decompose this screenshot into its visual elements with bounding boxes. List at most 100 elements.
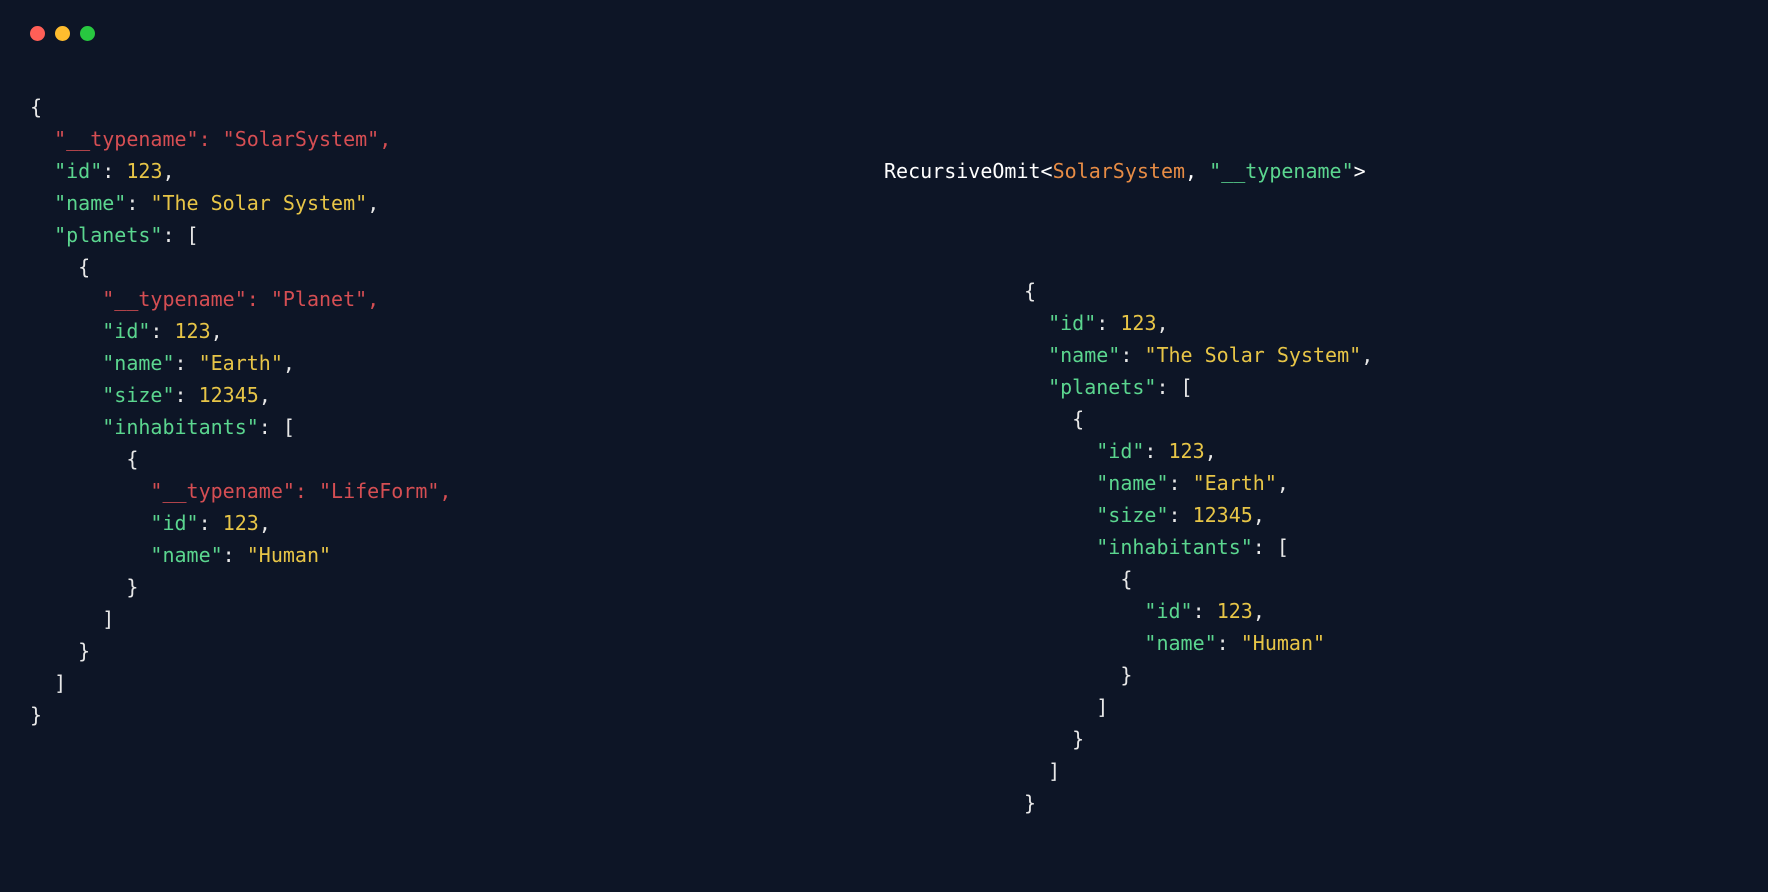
right-code-pane: RecursiveOmit<SolarSystem, "__typename">… [884, 91, 1738, 883]
code-line: "planets": [ [30, 219, 884, 251]
token-key: "size" [102, 383, 174, 407]
code-line: ] [30, 603, 884, 635]
code-line: "__typename": "Planet", [30, 283, 884, 315]
code-line: "name": "The Solar System", [1024, 339, 1738, 371]
code-line: "name": "Human" [1024, 627, 1738, 659]
token-punc: , [1253, 599, 1265, 623]
token-str: "Earth" [1193, 471, 1277, 495]
token-key: "id" [150, 511, 198, 535]
code-line: "inhabitants": [ [30, 411, 884, 443]
token-punc: , [162, 159, 174, 183]
code-line: "__typename": "LifeForm", [30, 475, 884, 507]
token-punc: } [30, 703, 42, 727]
token-punc: , [367, 191, 379, 215]
token-num: 123 [223, 511, 259, 535]
token-num: 123 [1120, 311, 1156, 335]
code-line: } [1024, 723, 1738, 755]
token-num: 123 [175, 319, 211, 343]
type-name: SolarSystem [1053, 159, 1185, 183]
code-line: ] [30, 667, 884, 699]
code-line: "id": 123, [30, 507, 884, 539]
token-punc: : [1169, 471, 1193, 495]
token-punc: ] [1048, 759, 1060, 783]
token-punc: { [1072, 407, 1084, 431]
code-line: "name": "Earth", [1024, 467, 1738, 499]
token-punc: : [1169, 503, 1193, 527]
fn-name: RecursiveOmit [884, 159, 1041, 183]
token-key: "name" [102, 351, 174, 375]
token-punc: : [ [1253, 535, 1289, 559]
code-line: "inhabitants": [ [1024, 531, 1738, 563]
right-code-block: { "id": 123, "name": "The Solar System",… [884, 275, 1738, 819]
token-punc: : [1096, 311, 1120, 335]
omit-key: "__typename" [1209, 159, 1354, 183]
token-omit: "__typename": "LifeForm", [150, 479, 451, 503]
code-line: { [30, 251, 884, 283]
token-punc: { [1024, 279, 1036, 303]
code-line: ] [1024, 691, 1738, 723]
token-punc: , [1253, 503, 1265, 527]
content: { "__typename": "SolarSystem", "id": 123… [0, 41, 1768, 883]
token-punc: : [223, 543, 247, 567]
code-line: "id": 123, [1024, 595, 1738, 627]
token-punc: } [78, 639, 90, 663]
code-line: "id": 123, [30, 315, 884, 347]
token-punc: : [ [1156, 375, 1192, 399]
token-punc: , [1277, 471, 1289, 495]
token-punc: : [150, 319, 174, 343]
token-punc: ] [1096, 695, 1108, 719]
token-omit: "__typename": "SolarSystem", [54, 127, 391, 151]
token-key: "planets" [54, 223, 162, 247]
angle-close: > [1354, 159, 1366, 183]
token-key: "name" [1096, 471, 1168, 495]
token-punc: , [1361, 343, 1373, 367]
token-num: 123 [126, 159, 162, 183]
token-str: "Human" [247, 543, 331, 567]
zoom-icon[interactable] [80, 26, 95, 41]
code-line: } [30, 699, 884, 731]
code-line: { [1024, 275, 1738, 307]
code-line: "size": 12345, [1024, 499, 1738, 531]
token-punc: : [ [162, 223, 198, 247]
token-punc: , [259, 511, 271, 535]
code-line: { [30, 443, 884, 475]
code-line: "name": "Earth", [30, 347, 884, 379]
token-punc: , [211, 319, 223, 343]
code-line: "__typename": "SolarSystem", [30, 123, 884, 155]
token-punc: { [1120, 567, 1132, 591]
code-line: } [30, 571, 884, 603]
code-line: { [1024, 563, 1738, 595]
token-punc: : [1193, 599, 1217, 623]
minimize-icon[interactable] [55, 26, 70, 41]
token-punc: ] [102, 607, 114, 631]
token-key: "inhabitants" [1096, 535, 1253, 559]
token-key: "name" [1144, 631, 1216, 655]
type-expression: RecursiveOmit<SolarSystem, "__typename"> [884, 155, 1738, 187]
code-line: { [1024, 403, 1738, 435]
token-punc: : [1144, 439, 1168, 463]
close-icon[interactable] [30, 26, 45, 41]
token-punc: } [1024, 791, 1036, 815]
token-punc: , [1156, 311, 1168, 335]
token-punc: { [78, 255, 90, 279]
token-punc: : [199, 511, 223, 535]
code-line: "planets": [ [1024, 371, 1738, 403]
token-punc: : [ [259, 415, 295, 439]
left-code-pane: { "__typename": "SolarSystem", "id": 123… [30, 91, 884, 883]
token-punc: { [126, 447, 138, 471]
token-punc: } [1120, 663, 1132, 687]
token-key: "name" [1048, 343, 1120, 367]
token-key: "planets" [1048, 375, 1156, 399]
token-str: "Earth" [199, 351, 283, 375]
token-punc: : [102, 159, 126, 183]
token-num: 123 [1217, 599, 1253, 623]
token-key: "name" [150, 543, 222, 567]
token-punc: } [1072, 727, 1084, 751]
code-line: } [30, 635, 884, 667]
token-key: "id" [1096, 439, 1144, 463]
token-key: "id" [1144, 599, 1192, 623]
code-line: "name": "Human" [30, 539, 884, 571]
token-key: "size" [1096, 503, 1168, 527]
code-window: { "__typename": "SolarSystem", "id": 123… [0, 0, 1768, 892]
code-line: "id": 123, [30, 155, 884, 187]
